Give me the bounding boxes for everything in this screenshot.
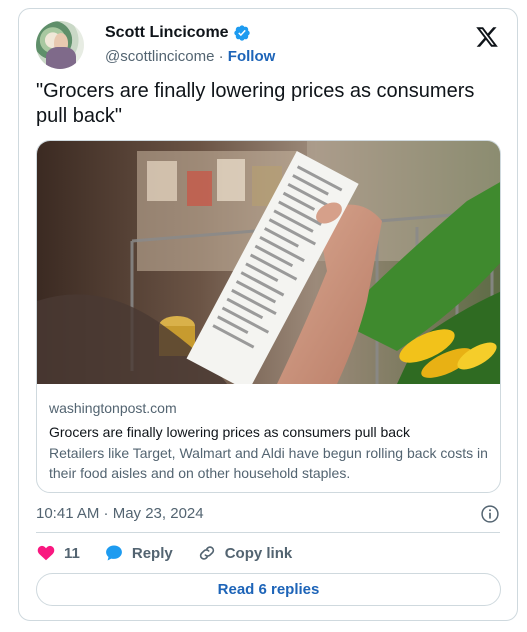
tweet-header: Scott Lincicome @scottlincicome · Follow	[36, 21, 505, 71]
reply-label: Reply	[131, 544, 173, 562]
link-title: Grocers are finally lowering prices as c…	[49, 424, 411, 440]
author-name[interactable]: Scott Lincicome	[105, 24, 229, 42]
tweet-timestamp[interactable]: 10:41 AM · May 23, 2024	[36, 505, 204, 522]
avatar[interactable]	[36, 21, 84, 69]
link-domain: washingtonpost.com	[49, 400, 177, 416]
tweet-card: Scott Lincicome @scottlincicome · Follow…	[18, 8, 518, 621]
action-bar: 11 Reply Copy link	[36, 541, 316, 565]
link-preview-meta: washingtonpost.com Grocers are finally l…	[49, 400, 488, 483]
link-preview-image	[37, 141, 500, 384]
link-description: Retailers like Target, Walmart and Aldi …	[49, 445, 488, 481]
tweet-text: "Grocers are finally lowering prices as …	[36, 80, 475, 127]
heart-icon	[37, 545, 55, 561]
follow-button[interactable]: Follow	[228, 48, 276, 65]
reply-bubble-icon	[105, 545, 122, 561]
copy-link-label: Copy link	[224, 544, 293, 562]
verified-badge-icon	[233, 25, 250, 41]
copy-link-button[interactable]: Copy link	[197, 543, 293, 563]
timestamp-row: 10:41 AM · May 23, 2024	[36, 503, 500, 525]
handle-separator: ·	[218, 48, 224, 65]
author-name-row: Scott Lincicome	[105, 24, 251, 42]
x-logo-icon[interactable]	[475, 25, 499, 49]
author-handle[interactable]: @scottlincicome	[105, 48, 214, 65]
like-count: 11	[64, 544, 80, 562]
read-replies-button[interactable]: Read 6 replies	[36, 573, 501, 606]
link-preview-card[interactable]: washingtonpost.com Grocers are finally l…	[36, 140, 501, 493]
divider	[36, 532, 500, 533]
handle-row: @scottlincicome · Follow	[105, 48, 275, 65]
info-icon[interactable]	[480, 504, 500, 524]
like-button[interactable]: 11	[36, 543, 80, 563]
link-icon	[199, 546, 214, 560]
reply-button[interactable]: Reply	[104, 543, 173, 563]
